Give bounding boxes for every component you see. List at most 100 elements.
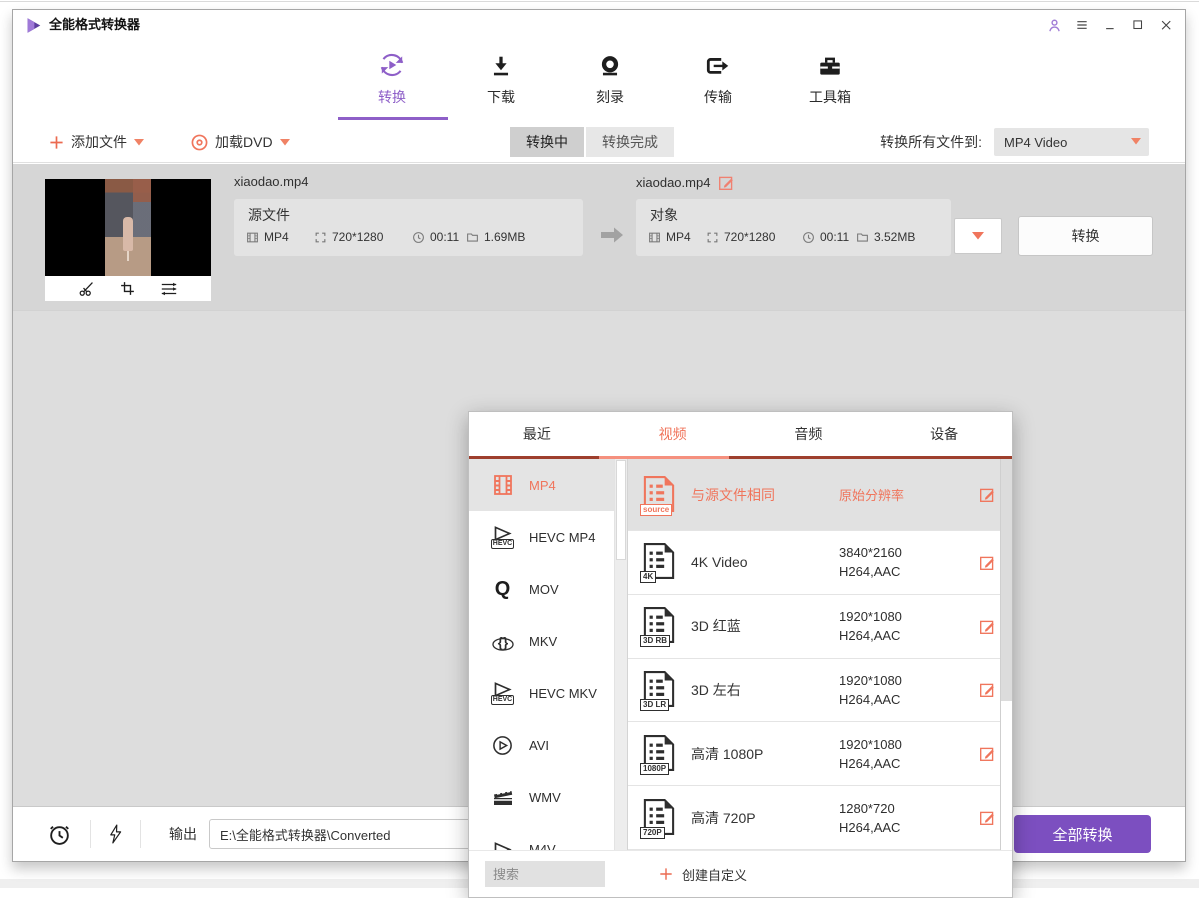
preset-item-1080p[interactable]: 1080P 高清 1080P 1920*1080 H264,AAC <box>628 722 1012 786</box>
popup-tab-audio[interactable]: 音频 <box>741 412 877 456</box>
add-files-label: 添加文件 <box>71 132 127 152</box>
menu-icon[interactable] <box>1071 14 1093 36</box>
mkv-braces-icon: {} <box>489 631 516 652</box>
schedule-alarm-icon[interactable] <box>47 822 72 847</box>
target-size: 3.52MB <box>856 230 915 244</box>
add-files-button[interactable]: 添加文件 <box>49 121 144 163</box>
preset-edit-icon[interactable] <box>979 745 996 762</box>
preset-1080p-icon: 1080P <box>643 734 677 774</box>
tab-transfer[interactable]: 传输 <box>678 50 758 107</box>
tab-burn[interactable]: 刻录 <box>570 50 650 107</box>
target-panel-title: 对象 <box>650 205 678 225</box>
chevron-down-icon <box>134 139 144 146</box>
folder-icon <box>466 231 479 244</box>
format-item-mp4[interactable]: MP4 <box>469 459 614 511</box>
tab-converting[interactable]: 转换中 <box>510 127 584 157</box>
account-icon[interactable] <box>1043 14 1065 36</box>
format-item-m4v[interactable]: M4V <box>469 823 614 850</box>
effects-sliders-icon[interactable] <box>160 280 178 298</box>
format-item-avi[interactable]: AVI <box>469 719 614 771</box>
film-icon <box>246 231 259 244</box>
rename-edit-icon[interactable] <box>718 174 735 191</box>
format-label: M4V <box>529 842 556 851</box>
source-resolution: 720*1280 <box>314 230 383 244</box>
maximize-button[interactable] <box>1127 14 1149 36</box>
preset-edit-icon[interactable] <box>979 486 996 503</box>
tab-download[interactable]: 下载 <box>461 50 541 107</box>
preset-resolution: 1920*1080 <box>839 673 969 688</box>
search-input[interactable] <box>485 861 605 887</box>
format-label: MOV <box>529 582 559 597</box>
format-label: HEVC MP4 <box>529 530 595 545</box>
popup-tab-video[interactable]: 视频 <box>605 412 741 456</box>
title-bar: 全能格式转换器 <box>13 10 1185 40</box>
preset-item-720p[interactable]: 720P 高清 720P 1280*720 H264,AAC <box>628 786 1012 850</box>
output-label: 输出 <box>169 824 197 844</box>
performance-bolt-icon[interactable] <box>107 823 124 845</box>
format-list-scrollbar[interactable] <box>614 459 627 850</box>
video-thumbnail <box>45 179 211 301</box>
popup-tab-recent[interactable]: 最近 <box>469 412 605 456</box>
tab-toolbox[interactable]: 工具箱 <box>790 50 870 107</box>
hevc-play-icon: HEVC <box>489 526 516 549</box>
preset-720p-icon: 720P <box>643 798 677 838</box>
preset-edit-icon[interactable] <box>979 618 996 635</box>
convert-button[interactable]: 转换 <box>1018 216 1153 256</box>
main-nav: 转换 下载 刻录 传输 工具箱 <box>13 40 1185 120</box>
format-item-mov[interactable]: Q MOV <box>469 563 614 615</box>
minimize-button[interactable] <box>1099 14 1121 36</box>
format-item-hevc-mkv[interactable]: HEVC HEVC MKV <box>469 667 614 719</box>
svg-text:{}: {} <box>497 634 507 649</box>
create-custom-label: 创建自定义 <box>682 865 747 884</box>
app-title: 全能格式转换器 <box>49 10 140 40</box>
preset-edit-icon[interactable] <box>979 681 996 698</box>
chevron-down-icon <box>280 139 290 146</box>
preset-resolution: 3840*2160 <box>839 545 969 560</box>
toolbar: 添加文件 加载DVD 转换中 转换完成 转换所有文件到: MP4 Video <box>13 121 1185 163</box>
format-label: HEVC MKV <box>529 686 597 701</box>
source-panel-title: 源文件 <box>248 205 290 225</box>
preset-item-3d-rb[interactable]: 3D RB 3D 红蓝 1920*1080 H264,AAC <box>628 595 1012 659</box>
tab-download-label: 下载 <box>487 87 515 107</box>
format-item-hevc-mp4[interactable]: HEVC HEVC MP4 <box>469 511 614 563</box>
create-custom-button[interactable]: 创建自定义 <box>659 865 747 884</box>
divider <box>140 820 141 848</box>
active-tab-underline <box>338 117 448 120</box>
tab-burn-label: 刻录 <box>596 87 624 107</box>
source-duration: 00:11 <box>412 230 459 244</box>
output-format-dropdown[interactable]: MP4 Video <box>994 128 1149 156</box>
format-item-mkv[interactable]: {} MKV <box>469 615 614 667</box>
preset-item-3d-lr[interactable]: 3D LR 3D 左右 1920*1080 H264,AAC <box>628 659 1012 723</box>
crop-icon[interactable] <box>119 280 136 297</box>
format-item-wmv[interactable]: WMV <box>469 771 614 823</box>
load-dvd-button[interactable]: 加载DVD <box>191 121 290 163</box>
tab-convert[interactable]: 转换 <box>352 50 432 107</box>
preset-codec: H264,AAC <box>839 564 969 579</box>
toolbox-icon <box>817 50 843 80</box>
source-file-name: xiaodao.mp4 <box>234 174 308 189</box>
source-size: 1.69MB <box>466 230 525 244</box>
preset-item-same-as-source[interactable]: source 与源文件相同 原始分辨率 <box>628 459 1012 531</box>
preset-item-4k[interactable]: 4K 4K Video 3840*2160 H264,AAC <box>628 531 1012 595</box>
tab-converted[interactable]: 转换完成 <box>586 127 674 157</box>
divider <box>90 820 91 848</box>
source-info-panel: 源文件 MP4 720*1280 00:11 <box>234 199 583 256</box>
preset-source-icon: source <box>643 475 677 515</box>
avi-play-circle-icon <box>489 734 516 757</box>
preset-list-scrollbar[interactable] <box>1000 459 1012 850</box>
source-format: MP4 <box>246 230 289 244</box>
quicktime-q-icon: Q <box>489 579 516 599</box>
file-list-area: xiaodao.mp4 源文件 MP4 720*1280 00:11 <box>13 164 1185 807</box>
app-window: 全能格式转换器 转换 <box>12 9 1186 862</box>
clock-icon <box>802 231 815 244</box>
popup-tab-device[interactable]: 设备 <box>876 412 1012 456</box>
target-format-dropdown-button[interactable] <box>954 218 1002 254</box>
file-row: xiaodao.mp4 源文件 MP4 720*1280 00:11 <box>13 164 1185 311</box>
close-button[interactable] <box>1155 14 1177 36</box>
convert-all-button[interactable]: 全部转换 <box>1014 815 1151 853</box>
arrow-right-icon <box>599 226 625 244</box>
preset-edit-icon[interactable] <box>979 554 996 571</box>
format-label: AVI <box>529 738 549 753</box>
preset-edit-icon[interactable] <box>979 809 996 826</box>
trim-scissors-icon[interactable] <box>78 280 95 297</box>
